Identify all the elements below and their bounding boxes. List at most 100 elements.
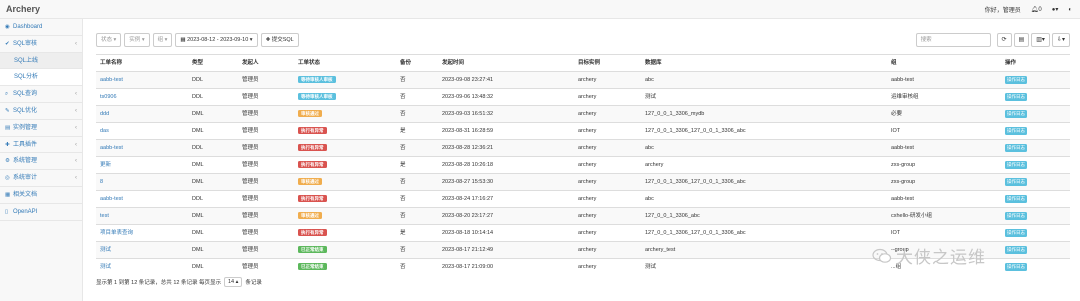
table-toolbar-right: 搜索 ⟳ ▤ ▥▾ ⇩▾ <box>915 33 1070 47</box>
db-cell: 127_0_0_1_3306_abc <box>641 207 887 225</box>
workorder-link[interactable]: aabb-test <box>96 190 188 208</box>
workorder-link[interactable]: ts0906 <box>96 88 188 106</box>
operation-log-button[interactable]: 操作日志 <box>1005 262 1027 271</box>
server-icon: ▤ <box>5 124 11 131</box>
github-icon[interactable]: ◐ <box>1068 7 1072 13</box>
sidebar-item-6[interactable]: ▤ 实例管理 ‹ <box>0 120 82 137</box>
toggle-view-icon[interactable]: ▤ <box>1013 33 1030 47</box>
instance-cell: archery <box>574 173 641 191</box>
sidebar-item-0[interactable]: ◉ Dashboard <box>0 19 82 36</box>
sidebar-item-2[interactable]: SQL上线 <box>0 52 82 70</box>
user-cell: 管理员 <box>238 105 294 123</box>
instance-filter-dropdown[interactable]: 实例 ▾ <box>124 33 150 47</box>
operation-log-button[interactable]: 操作日志 <box>1005 75 1027 84</box>
workorder-link[interactable]: 8 <box>96 173 188 191</box>
table-row: aabb-test DDL 管理员 执行有异常否 2023-08-28 12:36:21… <box>96 139 1070 157</box>
db-cell: archery_test <box>641 241 887 259</box>
refresh-icon[interactable]: ⟳ <box>996 33 1012 47</box>
chevron-left-icon: ‹ <box>75 107 77 114</box>
submit-sql-label: 提交SQL <box>271 37 294 43</box>
table-row: 项目单表查询 DML 管理员 执行有异常 是 2023-08-18 10:14:14 arc… <box>96 224 1070 242</box>
operation-log-button[interactable]: 操作日志 <box>1005 143 1027 152</box>
column-header[interactable]: 发起人 <box>238 54 294 72</box>
operation-log-button[interactable]: 操作日志 <box>1005 160 1027 169</box>
column-header[interactable]: 工单状态 <box>294 54 396 72</box>
instance-cell: archery <box>574 224 641 242</box>
column-header[interactable]: 工单名称 <box>96 54 188 72</box>
time-cell: 2023-08-27 15:53:30 <box>438 173 574 191</box>
workorder-link[interactable]: ddd <box>96 105 188 123</box>
action-cell: 操作日志 <box>1001 224 1070 242</box>
operation-log-button[interactable]: 操作日志 <box>1005 109 1027 118</box>
sidebar-item-9[interactable]: ◎ 系统审计 ‹ <box>0 170 82 187</box>
export-icon[interactable]: ⇩▾ <box>1051 33 1070 47</box>
operation-log-button[interactable]: 操作日志 <box>1005 245 1027 254</box>
sidebar-item-10[interactable]: ▦ 相关文档 <box>0 187 82 204</box>
status-badge: 审核通过 <box>298 178 322 186</box>
workorder-link[interactable]: test <box>96 207 188 225</box>
column-header[interactable]: 类型 <box>188 54 238 72</box>
sidebar-item-11[interactable]: ▯ OpenAPI <box>0 204 82 221</box>
sidebar-item-5[interactable]: ✎ SQL优化 ‹ <box>0 103 82 120</box>
user-cell: 管理员 <box>238 71 294 89</box>
user-menu-button[interactable]: ●▾ <box>1052 6 1059 13</box>
table-row: ts0906 DDL 管理员 等待审核人审核 否 2023-09-06 13:48:32 a… <box>96 88 1070 106</box>
search-input[interactable]: 搜索 <box>915 33 991 47</box>
status-filter-dropdown[interactable]: 状态 ▾ <box>96 33 122 47</box>
type-cell: DDL <box>188 88 238 106</box>
check-icon: ✔ <box>5 40 10 47</box>
column-header[interactable]: 目标实例 <box>574 54 641 72</box>
group-cell: zxs-group <box>887 173 1001 191</box>
sidebar-item-1[interactable]: ✔ SQL审核 ‹ <box>0 36 82 53</box>
operation-log-button[interactable]: 操作日志 <box>1005 228 1027 237</box>
table-row: 8 DML 管理员 审核通过 否 2023-08-27 15:53:30 archery 12… <box>96 173 1070 191</box>
operation-log-button[interactable]: 操作日志 <box>1005 211 1027 220</box>
group-cell: aabb-test <box>887 139 1001 157</box>
columns-icon[interactable]: ▥▾ <box>1031 33 1050 47</box>
greeting-text: 你好，管理员 <box>984 8 1021 14</box>
instance-cell: archery <box>574 156 641 174</box>
column-header[interactable]: 组 <box>887 54 1001 72</box>
backup-cell: 否 <box>396 173 438 191</box>
notifications-button[interactable]: 🔔︎0 <box>1031 6 1042 13</box>
column-header[interactable]: 数据库 <box>641 54 887 72</box>
instance-cell: archery <box>574 105 641 123</box>
column-header[interactable]: 发起时间 <box>438 54 574 72</box>
db-cell: abc <box>641 139 887 157</box>
column-header[interactable]: 操作 <box>1001 54 1070 72</box>
sidebar-item-8[interactable]: ⚙ 系统管理 ‹ <box>0 153 82 171</box>
column-header[interactable]: 备份 <box>396 54 438 72</box>
workorder-link[interactable]: aabb-test <box>96 71 188 89</box>
operation-log-button[interactable]: 操作日志 <box>1005 92 1027 101</box>
submit-sql-button[interactable]: ✚ 提交SQL <box>260 33 299 47</box>
operation-log-button[interactable]: 操作日志 <box>1005 126 1027 135</box>
instance-cell: archery <box>574 139 641 157</box>
workorder-link[interactable]: 更新 <box>96 156 188 174</box>
workorder-link[interactable]: 项目单表查询 <box>96 224 188 242</box>
user-cell: 管理员 <box>238 173 294 191</box>
workorder-link[interactable]: das <box>96 122 188 140</box>
app-title[interactable]: Archery <box>6 4 40 14</box>
table-row: 更新 DML 管理员 执行有异常是 2023-08-28 10:26:18 archery… <box>96 156 1070 174</box>
instance-cell: archery <box>574 241 641 259</box>
group-filter-dropdown[interactable]: 组 ▾ <box>152 33 173 47</box>
sidebar-item-4[interactable]: ⌕ SQL查询 ‹ <box>0 86 82 103</box>
operation-log-button[interactable]: 操作日志 <box>1005 177 1027 186</box>
workorder-link[interactable]: 测试 <box>96 258 188 276</box>
sidebar-item-7[interactable]: ✚ 工具插件 ‹ <box>0 137 82 154</box>
status-cell: 执行有异常 <box>294 122 396 140</box>
operation-log-button[interactable]: 操作日志 <box>1005 194 1027 203</box>
workorder-link[interactable]: 测试 <box>96 241 188 259</box>
workorder-link[interactable]: aabb-test <box>96 139 188 157</box>
backup-cell: 是 <box>396 122 438 140</box>
api-icon: ▯ <box>5 208 9 215</box>
sidebar-item-3[interactable]: SQL分析 <box>0 69 82 87</box>
type-cell: DML <box>188 258 238 276</box>
instance-cell: archery <box>574 207 641 225</box>
status-cell: 已正常结束 <box>294 241 396 259</box>
time-cell: 2023-08-18 10:14:14 <box>438 224 574 242</box>
date-range-picker[interactable]: ▦ 2023-08-12 - 2023-09-10 ▾ <box>175 33 258 47</box>
page-size-dropdown[interactable]: 14 ▴ <box>224 277 243 287</box>
sidebar-item-label: SQL查询 <box>13 91 38 98</box>
user-cell: 管理员 <box>238 241 294 259</box>
